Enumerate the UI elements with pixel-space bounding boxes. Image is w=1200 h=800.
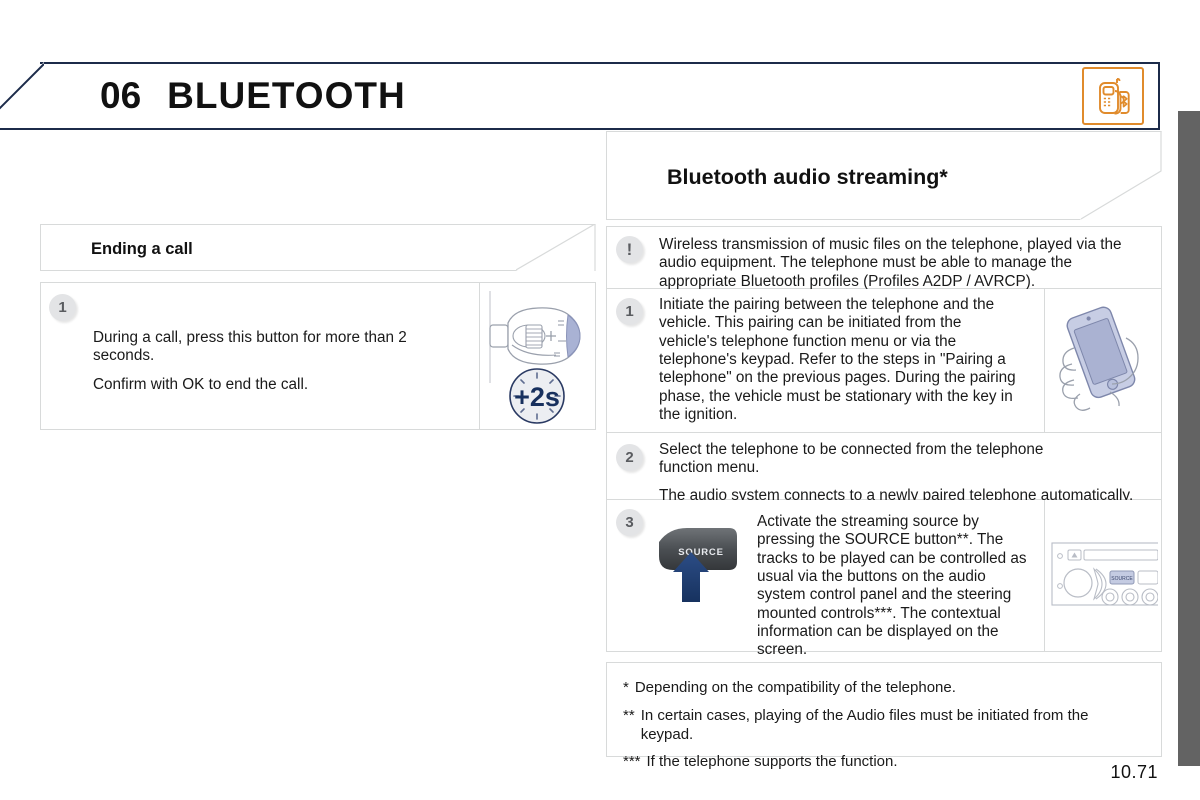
step-3-text: Activate the streaming source by pressin… [757,513,1027,659]
left-step-text: During a call, press this button for mor… [93,329,463,394]
footnote-3: *** If the telephone supports the functi… [623,753,1143,772]
right-section-title: Bluetooth audio streaming* [667,165,948,189]
chapter-name: BLUETOOTH [167,75,406,116]
left-step-box: 1 During a call, press this button for m… [40,282,596,430]
source-button-illustration: SOURCE [643,500,753,619]
footnote-3-marker: *** [623,753,641,771]
manual-page: 06 BLUETOOTH Ending a call 1 During a ca… [0,0,1200,800]
footnotes-box: * Depending on the compatibility of the … [606,662,1162,770]
svg-text:SOURCE: SOURCE [678,547,723,558]
right-column: Bluetooth audio streaming* ! Wireless tr… [606,131,1162,770]
title-plate-notch-right [1080,131,1162,220]
car-audio-panel-illustration: SOURCE [1044,500,1161,651]
step-1-badge: 1 [616,298,643,325]
step-3-badge: 3 [616,509,643,536]
step-1-box: 1 Initiate the pairing between the telep… [606,289,1162,433]
header-diagonal-cut [0,62,44,130]
footnote-3-text: If the telephone supports the function. [646,753,898,771]
warning-text: Wireless transmission of music files on … [659,236,1122,290]
step-2-box: 2 Select the telephone to be connected f… [606,433,1162,504]
footnote-1: * Depending on the compatibility of the … [623,679,1143,698]
left-step-line-1: During a call, press this button for mor… [93,329,407,365]
hand-holding-phone-illustration [1044,289,1161,432]
right-section-title-plate: Bluetooth audio streaming* [606,131,1162,220]
page-number: 10.71 [1110,762,1158,782]
warning-icon: ! [616,236,643,263]
step-1-text: Initiate the pairing between the telepho… [659,296,1016,424]
footnote-1-marker: * [623,679,629,696]
left-column: Ending a call 1 During a call, press thi… [40,131,596,430]
chapter-number: 06 [100,75,142,116]
footnote-2-marker: ** [623,706,635,724]
bluetooth-phone-icon [1082,67,1144,125]
footnote-2-text: In certain cases, playing of the Audio f… [640,706,1089,743]
chapter-title: 06 BLUETOOTH [100,75,406,117]
svg-text:+2s: +2s [514,382,560,412]
steering-wheel-control-illustration: +2s [479,283,595,429]
left-step-line-2: Confirm with OK to end the call. [93,375,309,393]
warning-box: ! Wireless transmission of music files o… [606,226,1162,290]
footnotes-list: * Depending on the compatibility of the … [623,679,1143,772]
footnote-1-text: Depending on the compatibility of the te… [634,679,956,696]
step-badge: 1 [49,294,76,321]
footnote-2: ** In certain cases, playing of the Audi… [623,707,1143,745]
left-section-title-plate: Ending a call [40,224,596,271]
title-plate-notch [516,224,596,271]
chapter-header: 06 BLUETOOTH [0,62,1160,130]
svg-text:SOURCE: SOURCE [1111,576,1133,582]
step-2-badge: 2 [616,444,643,471]
page-edge-bar [1178,111,1200,766]
left-section-title: Ending a call [91,240,193,258]
step-2-line-1: Select the telephone to be connected fro… [659,441,1044,477]
step-3-box: 3 SOURCE Activate the streaming source b… [606,500,1162,658]
